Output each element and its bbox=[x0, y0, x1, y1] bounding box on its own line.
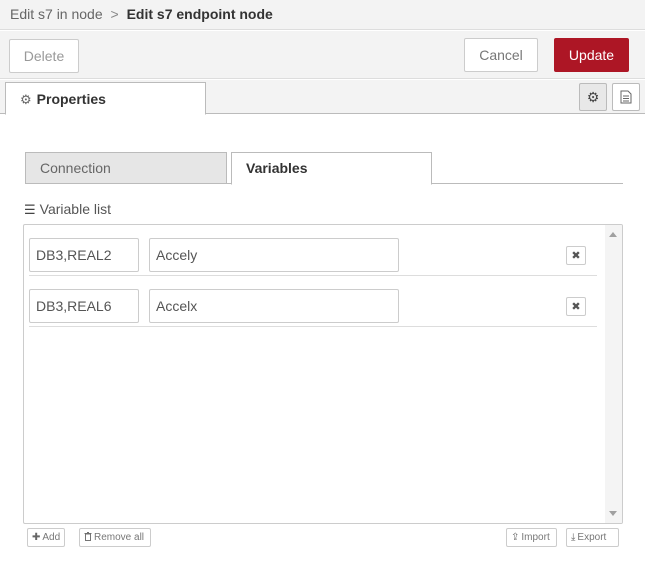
variable-list-label: ☰ Variable list bbox=[24, 201, 111, 218]
tab-variables[interactable]: Variables bbox=[231, 152, 432, 185]
breadcrumb-separator: > bbox=[110, 6, 119, 22]
settings-tab-button[interactable]: ⚙ bbox=[579, 83, 607, 111]
breadcrumb-previous[interactable]: Edit s7 in node bbox=[10, 6, 103, 22]
add-variable-button[interactable]: ✚ Add bbox=[27, 528, 65, 547]
plus-icon: ✚ bbox=[32, 532, 41, 543]
close-icon: ✖ bbox=[571, 250, 581, 262]
list-icon: ☰ bbox=[24, 202, 36, 217]
gear-icon: ⚙ bbox=[20, 92, 32, 107]
add-variable-label: Add bbox=[42, 532, 61, 543]
cancel-button[interactable]: Cancel bbox=[464, 38, 538, 72]
export-button[interactable]: ⤓ Export bbox=[566, 528, 619, 547]
remove-all-label: Remove all bbox=[94, 532, 145, 543]
variable-list-label-text: Variable list bbox=[39, 201, 111, 217]
update-button[interactable]: Update bbox=[554, 38, 629, 72]
variable-address-input[interactable]: DB3,REAL2 bbox=[29, 238, 139, 272]
breadcrumb: Edit s7 in node > Edit s7 endpoint node bbox=[0, 0, 645, 30]
description-tab-button[interactable] bbox=[612, 83, 640, 111]
variable-list: DB3,REAL2 Accely ✖ DB3,REAL6 Accelx ✖ bbox=[23, 224, 623, 524]
variable-name-input[interactable]: Accelx bbox=[149, 289, 399, 323]
tab-properties-label: Properties bbox=[36, 91, 106, 107]
tab-connection[interactable]: Connection bbox=[25, 152, 227, 184]
upload-icon: ⇪ bbox=[511, 532, 520, 543]
sub-tab-bar: Connection Variables bbox=[25, 152, 623, 185]
remove-row-button[interactable]: ✖ bbox=[566, 246, 586, 265]
breadcrumb-current: Edit s7 endpoint node bbox=[126, 6, 273, 22]
close-icon: ✖ bbox=[571, 301, 581, 313]
tab-properties[interactable]: ⚙ Properties bbox=[5, 82, 206, 115]
export-label: Export bbox=[577, 532, 607, 543]
list-item: DB3,REAL6 Accelx ✖ bbox=[29, 276, 597, 327]
list-scrollbar[interactable] bbox=[605, 225, 622, 523]
scroll-up-arrow-icon[interactable] bbox=[609, 232, 617, 237]
download-icon: ⤓ bbox=[571, 532, 576, 543]
remove-all-button[interactable]: Remove all bbox=[79, 528, 151, 547]
variable-name-input[interactable]: Accely bbox=[149, 238, 399, 272]
document-icon bbox=[620, 90, 632, 104]
delete-button[interactable]: Delete bbox=[9, 39, 79, 73]
gear-icon: ⚙ bbox=[586, 88, 600, 105]
scroll-down-arrow-icon[interactable] bbox=[609, 511, 617, 516]
import-label: Import bbox=[521, 532, 550, 543]
list-item: DB3,REAL2 Accely ✖ bbox=[29, 225, 597, 276]
variable-address-input[interactable]: DB3,REAL6 bbox=[29, 289, 139, 323]
properties-panel: Connection Variables ☰ Variable list DB3,… bbox=[0, 115, 645, 561]
remove-row-button[interactable]: ✖ bbox=[566, 297, 586, 316]
import-button[interactable]: ⇪ Import bbox=[506, 528, 557, 547]
properties-tab-bar: ⚙ Properties ⚙ bbox=[0, 80, 645, 115]
toolbar: Delete Cancel Update bbox=[0, 31, 645, 79]
trash-icon bbox=[84, 532, 92, 541]
